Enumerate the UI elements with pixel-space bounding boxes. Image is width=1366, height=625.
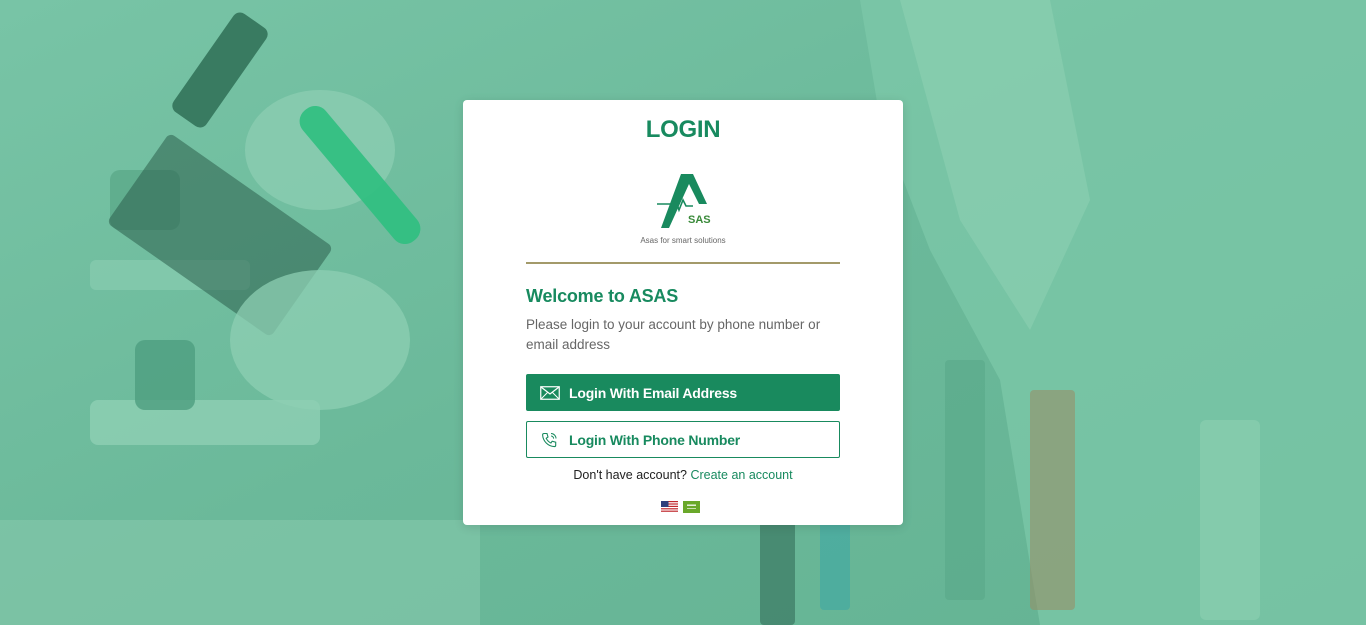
divider	[526, 262, 840, 264]
saudi-flag-icon[interactable]	[683, 500, 700, 513]
us-flag-icon[interactable]	[661, 500, 678, 513]
create-account-link[interactable]: Create an account	[690, 468, 792, 482]
envelope-icon	[540, 385, 560, 401]
language-switcher	[661, 500, 700, 513]
signup-row: Don't have account? Create an account	[463, 468, 903, 482]
page-title: LOGIN	[645, 116, 721, 143]
signup-prompt: Don't have account?	[573, 468, 687, 482]
logo-text: SAS	[688, 214, 711, 226]
login-phone-label: Login With Phone Number	[569, 431, 741, 448]
logo-tagline: Asas for smart solutions	[640, 236, 726, 245]
login-card: LOGIN SAS Asas for smart solutions Welco…	[463, 100, 903, 525]
login-email-label: Login With Email Address	[569, 384, 738, 401]
phone-icon	[540, 432, 560, 448]
login-email-button[interactable]: Login With Email Address	[526, 374, 840, 411]
welcome-subtitle: Please login to your account by phone nu…	[526, 317, 821, 352]
login-phone-button[interactable]: Login With Phone Number	[526, 421, 840, 458]
welcome-heading: Welcome to ASAS	[526, 286, 679, 306]
